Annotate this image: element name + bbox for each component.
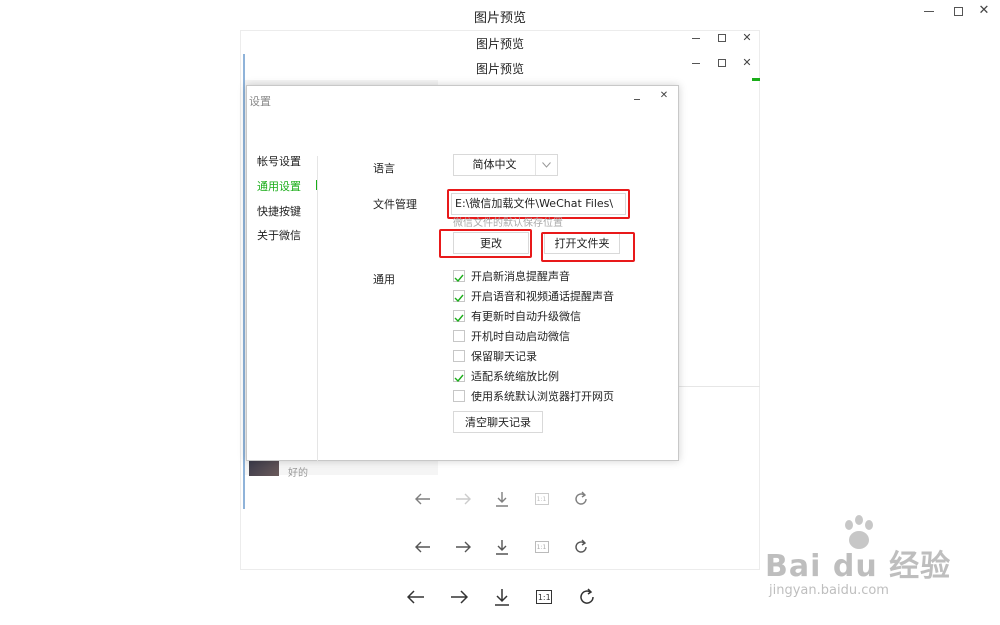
language-value: 简体中文 [472,158,517,171]
outer-maximize-button[interactable] [950,4,966,18]
maximize-icon [718,59,726,67]
mid-maximize-button[interactable] [715,32,729,44]
option-launch-at-startup[interactable]: 开机时自动启动微信 [453,326,673,346]
checkbox[interactable] [453,370,465,382]
settings-title: 设置 [249,95,271,108]
download-icon[interactable] [491,488,513,510]
option-label: 开启语音和视频通话提醒声音 [471,290,614,303]
general-label: 通用 [373,273,395,286]
change-button-highlight [439,229,532,258]
arrow-right-icon[interactable] [452,488,474,510]
outer-minimize-button[interactable] [921,4,937,18]
nav-account-settings[interactable]: 帐号设置 [257,153,301,169]
arrow-right-icon[interactable] [448,586,470,608]
download-icon[interactable] [491,586,513,608]
chevron-down-icon [535,155,557,175]
check-icon [454,267,464,286]
option-label: 开机时自动启动微信 [471,330,570,343]
nav-divider [317,156,318,461]
option-new-message-sound[interactable]: 开启新消息提醒声音 [453,266,673,286]
option-label: 开启新消息提醒声音 [471,270,570,283]
actual-size-label: 1:1 [536,590,553,604]
checkbox[interactable] [453,290,465,302]
green-accent-mark [752,78,760,81]
checkbox[interactable] [453,330,465,342]
checkbox[interactable] [453,390,465,402]
language-select[interactable]: 简体中文 [453,154,558,176]
option-label: 使用系统默认浏览器打开网页 [471,390,614,403]
rotate-icon[interactable] [570,488,592,510]
rotate-icon[interactable] [576,586,598,608]
settings-dialog: 设置 ✕ 帐号设置 通用设置 快捷按键 关于微信 语言 简体中文 文件管理 E:… [246,85,679,461]
file-path-hint: 微信文件的默认保存位置 [453,218,563,229]
minimize-icon [924,10,934,12]
check-icon [454,287,464,306]
chat-avatar [249,460,279,476]
arrow-left-icon[interactable] [412,488,434,510]
option-default-browser[interactable]: 使用系统默认浏览器打开网页 [453,386,673,406]
arrow-left-icon[interactable] [405,586,427,608]
inner-minimize-button[interactable] [689,57,703,69]
nav-shortcut-keys[interactable]: 快捷按键 [257,203,301,219]
chat-snippet: 好的 [288,468,308,479]
inner-close-button[interactable]: ✕ [740,57,754,69]
clear-history-button[interactable]: 清空聊天记录 [453,411,543,433]
nav-general-settings[interactable]: 通用设置 [257,178,301,194]
inner-window-title: 图片预览 [475,62,524,76]
option-keep-chat-history[interactable]: 保留聊天记录 [453,346,673,366]
download-icon[interactable] [491,536,513,558]
close-icon: ✕ [742,56,752,69]
maximize-icon [953,6,963,16]
watermark-url: jingyan.baidu.com [769,583,889,598]
inner-maximize-button[interactable] [715,57,729,69]
mid-close-button[interactable]: ✕ [740,32,754,44]
check-icon [454,307,464,326]
settings-minimize-button[interactable] [632,94,642,104]
checkbox[interactable] [453,270,465,282]
option-label: 有更新时自动升级微信 [471,310,581,323]
options-list: 开启新消息提醒声音 开启语音和视频通话提醒声音 有更新时自动升级微信 开机时自动… [453,266,673,406]
baidu-watermark: Bai du 经验 jingyan.baidu.com [765,515,965,605]
close-icon: ✕ [742,31,752,44]
watermark-brand: Bai du 经验 [765,549,952,584]
minimize-icon [634,98,640,100]
outer-window-title: 图片预览 [473,11,526,26]
language-label: 语言 [373,162,395,175]
rotate-icon[interactable] [570,536,592,558]
maximize-icon [718,34,726,42]
actual-size-icon[interactable]: 1:1 [533,586,555,608]
arrow-right-icon[interactable] [452,536,474,558]
outer-close-button[interactable]: ✕ [976,4,992,18]
check-icon [454,367,464,386]
nav-about-wechat[interactable]: 关于微信 [257,227,301,243]
mid-toolbar: 1:1 [412,536,592,558]
file-management-label: 文件管理 [373,198,417,211]
actual-size-label: 1:1 [534,493,549,505]
inner-toolbar: 1:1 [412,488,592,510]
settings-close-button[interactable]: ✕ [658,90,670,104]
option-label: 保留聊天记录 [471,350,537,363]
actual-size-icon[interactable]: 1:1 [531,488,553,510]
actual-size-icon[interactable]: 1:1 [531,536,553,558]
checkbox[interactable] [453,310,465,322]
open-folder-button-highlight [541,232,635,262]
checkbox[interactable] [453,350,465,362]
outer-toolbar: 1:1 [405,586,598,610]
option-auto-update[interactable]: 有更新时自动升级微信 [453,306,673,326]
close-icon: ✕ [659,90,669,101]
option-system-scaling[interactable]: 适配系统缩放比例 [453,366,673,386]
minimize-icon [692,62,700,64]
mid-window-title: 图片预览 [475,37,524,51]
arrow-left-icon[interactable] [412,536,434,558]
actual-size-label: 1:1 [534,541,549,553]
option-call-sound[interactable]: 开启语音和视频通话提醒声音 [453,286,673,306]
close-icon: ✕ [978,3,990,18]
option-label: 适配系统缩放比例 [471,370,559,383]
mid-minimize-button[interactable] [689,32,703,44]
minimize-icon [692,37,700,39]
